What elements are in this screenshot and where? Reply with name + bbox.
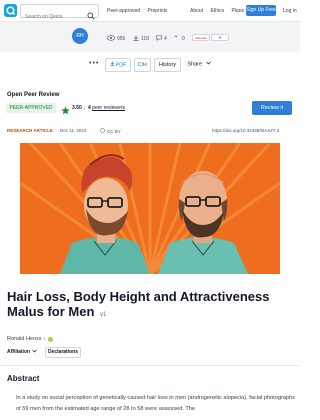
nav-peer-approved[interactable]: Peer-approved bbox=[107, 8, 140, 14]
share-button[interactable]: Share bbox=[184, 58, 214, 72]
open-peer-review-title: Open Peer Review bbox=[7, 92, 60, 98]
search-box[interactable] bbox=[20, 4, 99, 23]
history-button[interactable]: History bbox=[154, 58, 181, 72]
signup-button[interactable]: Sign Up Free bbox=[246, 5, 276, 16]
reviewers-count: 4 bbox=[88, 105, 91, 111]
cite-button[interactable]: Cite bbox=[134, 58, 151, 72]
add-button[interactable]: + bbox=[211, 34, 229, 41]
downloads-stat: 118 bbox=[133, 35, 149, 43]
publication-date: Dec 11, 2024 bbox=[60, 128, 87, 133]
section-divider bbox=[0, 365, 300, 366]
nav-preprints[interactable]: Preprints bbox=[147, 8, 167, 14]
quote-icon: ” bbox=[174, 35, 180, 43]
nav-plans[interactable]: Plans bbox=[231, 8, 244, 14]
nav-about[interactable]: About bbox=[190, 8, 203, 14]
qeios-logo[interactable] bbox=[4, 4, 17, 17]
article-title-text: Hair Loss, Body Height and Attractivenes… bbox=[7, 289, 270, 319]
comment-icon bbox=[156, 35, 162, 43]
abstract-heading: Abstract bbox=[7, 374, 40, 383]
views-stat: 955 bbox=[107, 35, 125, 43]
article-type: RESEARCH ARTICLE bbox=[7, 128, 53, 133]
article-toolbar: ••• PDF Cite History Share bbox=[0, 56, 300, 74]
pdf-button[interactable]: PDF bbox=[105, 58, 131, 72]
top-navbar: Peer-approved Preprints About Ethics Pla… bbox=[0, 0, 300, 23]
more-options-icon[interactable]: ••• bbox=[89, 60, 99, 67]
login-link[interactable]: Log in bbox=[283, 8, 297, 14]
review-rating: 3.50 bbox=[72, 105, 82, 111]
chevron-down-icon bbox=[32, 349, 37, 355]
comments-count: 4 bbox=[164, 36, 167, 42]
svg-text:”: ” bbox=[174, 35, 178, 41]
license-badge[interactable]: CC BY bbox=[100, 128, 121, 134]
reviewers-label: peer reviewers bbox=[92, 105, 125, 111]
rating-separator: | bbox=[84, 105, 86, 111]
review-it-button[interactable]: Review it bbox=[252, 101, 292, 115]
comments-stat: 4 bbox=[156, 35, 167, 43]
author-avatar[interactable]: RH bbox=[72, 28, 88, 44]
nav-ethics[interactable]: Ethics bbox=[210, 8, 224, 14]
views-count: 955 bbox=[117, 36, 126, 42]
abstract-text: In a study on social perception of genet… bbox=[16, 395, 295, 412]
citations-stat: ” 0 bbox=[174, 35, 185, 43]
author-line[interactable]: Ronald Henss 1 bbox=[7, 336, 53, 342]
share-label: Share bbox=[187, 61, 203, 68]
peer-approved-badge: PEER-APPROVED bbox=[6, 103, 56, 113]
cc-icon bbox=[100, 128, 105, 134]
author-affiliation-index: 1 bbox=[43, 337, 46, 341]
stats-band: RH 955 118 4 ” 0 Altmetric + bbox=[0, 22, 300, 52]
eye-icon bbox=[107, 35, 115, 43]
downloads-count: 118 bbox=[141, 36, 149, 42]
article-cover-image bbox=[20, 143, 280, 274]
download-icon bbox=[110, 59, 115, 71]
declarations-button[interactable]: Declarations bbox=[45, 347, 81, 358]
pdf-label: PDF bbox=[115, 62, 127, 69]
article-title: Hair Loss, Body Height and Attractivenes… bbox=[7, 289, 295, 323]
doi-link[interactable]: https://doi.org/10.32388/MAXZ7.2 bbox=[212, 128, 279, 133]
license-label: CC BY bbox=[107, 128, 121, 134]
star-icon bbox=[61, 102, 70, 120]
peer-reviewers-link[interactable]: 4 peer reviewers bbox=[88, 105, 125, 111]
affiliation-toggle[interactable]: Affiliation bbox=[7, 349, 37, 355]
chevron-down-icon bbox=[205, 58, 211, 70]
article-version: v1 bbox=[100, 312, 107, 318]
affiliation-label: Affiliation bbox=[7, 349, 31, 355]
altmetric-badge[interactable]: Altmetric bbox=[192, 34, 210, 41]
citations-count: 0 bbox=[182, 36, 185, 42]
orcid-icon[interactable] bbox=[47, 336, 53, 342]
author-name[interactable]: Ronald Henss bbox=[7, 336, 42, 342]
download-icon bbox=[133, 35, 139, 43]
